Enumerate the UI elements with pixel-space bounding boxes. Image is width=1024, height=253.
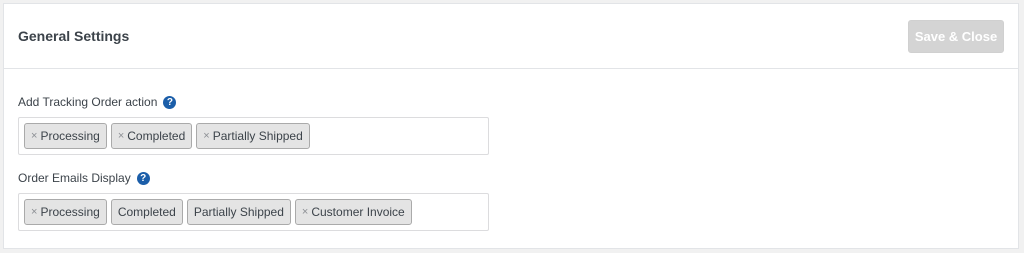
field-label-text: Add Tracking Order action (18, 95, 158, 109)
tag-processing: × Processing (24, 123, 107, 149)
general-settings-panel: General Settings Save & Close Add Tracki… (3, 3, 1019, 249)
tag-label: Processing (40, 205, 100, 219)
help-icon[interactable]: ? (136, 171, 150, 185)
tag-label: Partially Shipped (212, 129, 303, 143)
remove-icon[interactable]: × (302, 206, 308, 218)
tag-label: Processing (40, 129, 100, 143)
tracking-order-action-select[interactable]: × Processing × Completed × Partially Shi… (18, 117, 489, 155)
remove-icon[interactable]: × (203, 130, 209, 142)
remove-icon[interactable]: × (31, 130, 37, 142)
tag-processing: × Processing (24, 199, 107, 225)
page-title: General Settings (18, 28, 130, 44)
remove-icon[interactable]: × (118, 130, 124, 142)
tag-label: Partially Shipped (193, 205, 284, 219)
remove-icon[interactable]: × (31, 206, 37, 218)
panel-header: General Settings Save & Close (4, 4, 1018, 69)
tag-completed: × Completed (110, 123, 193, 149)
tag-customer-invoice: × Customer Invoice (294, 199, 412, 225)
tag-completed: Completed (110, 199, 183, 225)
field-label-tracking-order-action: Add Tracking Order action ? (18, 95, 177, 109)
tag-label: Completed (127, 129, 186, 143)
help-icon[interactable]: ? (163, 95, 177, 109)
tag-label: Completed (117, 205, 176, 219)
tag-label: Customer Invoice (311, 205, 405, 219)
tag-partially-shipped: Partially Shipped (186, 199, 291, 225)
field-label-text: Order Emails Display (18, 171, 131, 185)
field-label-order-emails-display: Order Emails Display ? (18, 171, 150, 185)
save-close-button[interactable]: Save & Close (908, 20, 1004, 53)
order-emails-display-select[interactable]: × Processing Completed Partially Shipped… (18, 193, 489, 231)
tag-partially-shipped: × Partially Shipped (196, 123, 310, 149)
